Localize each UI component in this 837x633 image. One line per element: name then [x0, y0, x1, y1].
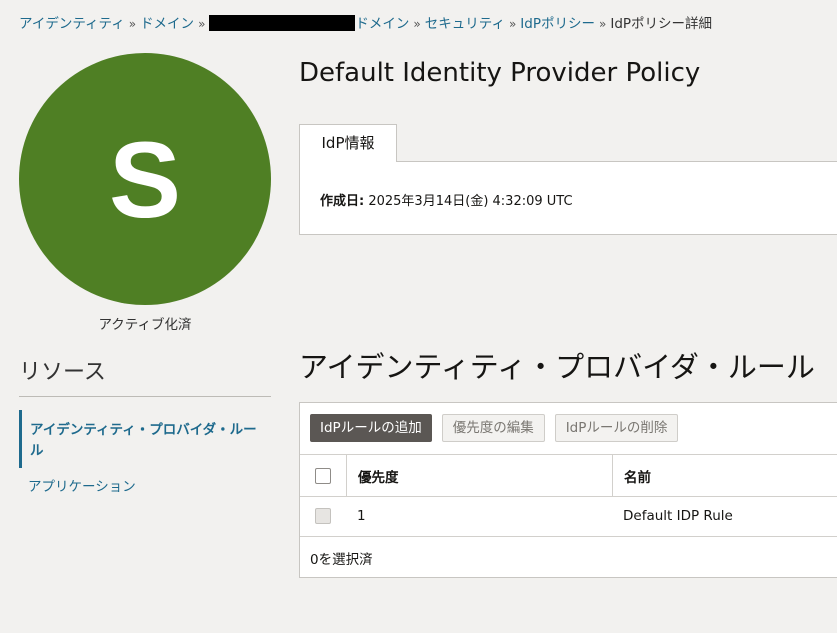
breadcrumb-separator: » — [128, 17, 137, 31]
name-cell: Default IDP Rule — [623, 508, 733, 524]
add-idp-rule-button[interactable]: IdPルールの追加 — [310, 414, 432, 442]
row-select-cell — [300, 496, 346, 536]
status-label: アクティブ化済 — [98, 317, 192, 333]
breadcrumb-idp-policies[interactable]: IdPポリシー — [520, 16, 595, 32]
breadcrumb-separator: » — [198, 17, 206, 31]
breadcrumb: アイデンティティ» ドメイン» ドメイン» セキュリティ» IdPポリシー» IdPポリシ… — [19, 12, 712, 32]
toolbar: IdPルールの追加 優先度の編集 IdPルールの削除 — [310, 414, 679, 442]
column-header-priority[interactable]: 優先度 — [346, 455, 612, 496]
breadcrumb-domains[interactable]: ドメイン — [140, 16, 194, 32]
section-title: アイデンティティ・プロバイダ・ルール — [299, 350, 815, 384]
priority-cell: 1 — [357, 508, 366, 524]
page-title: Default Identity Provider Policy — [299, 58, 701, 88]
resource-link-idp-rules[interactable]: アイデンティティ・プロバイダ・ルール — [19, 410, 266, 468]
select-all-checkbox[interactable] — [315, 467, 331, 484]
created-value: 2025年3月14日(金) 4:32:09 UTC — [368, 194, 573, 209]
breadcrumb-separator: » — [599, 17, 607, 31]
divider — [19, 396, 271, 397]
info-panel: 作成日: 2025年3月14日(金) 4:32:09 UTC — [299, 161, 837, 235]
resource-link-applications[interactable]: アプリケーション — [28, 475, 136, 495]
redacted-domain-name — [209, 15, 356, 31]
column-header-name[interactable]: 名前 — [612, 455, 837, 496]
rules-table-panel: IdPルールの追加 優先度の編集 IdPルールの削除 優先度 名前 1 Defa… — [299, 402, 837, 578]
select-all-cell — [300, 455, 346, 496]
breadcrumb-security[interactable]: セキュリティ — [425, 16, 505, 32]
created-row: 作成日: 2025年3月14日(金) 4:32:09 UTC — [320, 190, 573, 209]
tab-idp-info[interactable]: IdP情報 — [299, 124, 397, 162]
created-label: 作成日: — [320, 194, 365, 209]
delete-idp-rule-button[interactable]: IdPルールの削除 — [554, 414, 679, 442]
breadcrumb-separator: » — [508, 17, 517, 31]
breadcrumb-current: IdPポリシー詳細 — [610, 16, 713, 32]
table-row: 1 Default IDP Rule — [300, 496, 837, 537]
breadcrumb-separator: » — [413, 17, 421, 31]
edit-priority-button[interactable]: 優先度の編集 — [441, 414, 545, 442]
resources-heading: リソース — [19, 360, 106, 385]
avatar-letter: S — [108, 118, 182, 240]
breadcrumb-domain[interactable]: ドメイン — [355, 16, 409, 32]
table-header: 優先度 名前 — [300, 454, 837, 497]
breadcrumb-identity[interactable]: アイデンティティ — [19, 16, 125, 32]
row-checkbox[interactable] — [315, 508, 331, 524]
avatar: S — [19, 53, 271, 305]
selection-count: 0を選択済 — [310, 552, 373, 568]
